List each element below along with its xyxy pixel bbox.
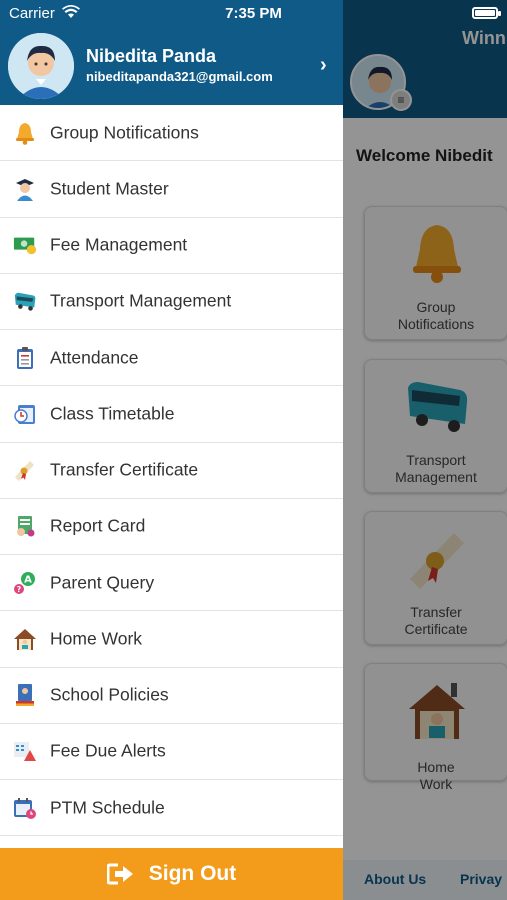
menu-item-fee-management[interactable]: Fee Management — [0, 218, 343, 274]
navigation-drawer: Nibedita Panda nibeditapanda321@gmail.co… — [0, 0, 343, 900]
menu-item-label: Student Master — [50, 178, 169, 199]
chevron-right-icon[interactable]: › — [320, 54, 327, 77]
menu-item-transport-management[interactable]: Transport Management — [0, 274, 343, 330]
bell-icon — [13, 121, 37, 145]
certificate-icon — [13, 458, 37, 482]
menu-item-class-timetable[interactable]: Class Timetable — [0, 386, 343, 443]
menu-item-transfer-certificate[interactable]: Transfer Certificate — [0, 443, 343, 499]
user-name: Nibedita Panda — [86, 46, 217, 66]
menu-item-label: Fee Due Alerts — [50, 740, 166, 761]
svg-text:A: A — [24, 574, 32, 585]
query-icon: A? — [13, 571, 37, 595]
drawer-menu: Group Notifications Student Master Fee M… — [0, 105, 343, 837]
alert-icon — [13, 739, 37, 763]
sign-out-button[interactable]: Sign Out — [0, 848, 343, 900]
menu-item-report-card[interactable]: Report Card — [0, 499, 343, 555]
timetable-icon — [13, 402, 37, 426]
menu-item-home-work[interactable]: Home Work — [0, 611, 343, 668]
policy-book-icon — [13, 683, 37, 707]
sign-out-icon — [106, 862, 135, 886]
battery-icon — [472, 7, 501, 19]
report-card-icon — [13, 514, 37, 538]
avatar — [8, 33, 74, 99]
menu-item-label: Fee Management — [50, 234, 188, 255]
menu-item-attendance[interactable]: Attendance — [0, 330, 343, 387]
menu-item-ptm-schedule[interactable]: PTM Schedule — [0, 780, 343, 837]
menu-item-school-policies[interactable]: School Policies — [0, 668, 343, 724]
menu-item-group-notifications[interactable]: Group Notifications — [0, 105, 343, 162]
menu-item-label: Report Card — [50, 515, 146, 536]
student-icon — [13, 177, 37, 201]
sign-out-label: Sign Out — [148, 862, 237, 885]
status-bar: Carrier 7:35 PM — [0, 0, 507, 26]
menu-item-label: Class Timetable — [50, 403, 175, 424]
bus-icon — [13, 289, 37, 313]
clipboard-icon — [13, 346, 37, 370]
menu-item-label: Group Notifications — [50, 122, 199, 143]
menu-item-fee-due-alerts[interactable]: Fee Due Alerts — [0, 724, 343, 780]
menu-item-label: Transport Management — [50, 290, 232, 311]
home-icon — [13, 627, 37, 651]
menu-item-student-master[interactable]: Student Master — [0, 161, 343, 218]
menu-item-label: PTM Schedule — [50, 797, 165, 818]
money-icon — [13, 233, 37, 257]
menu-item-label: Home Work — [50, 628, 143, 649]
menu-item-label: School Policies — [50, 684, 169, 705]
user-email: nibeditapanda321@gmail.com — [86, 69, 273, 84]
menu-item-parent-query[interactable]: A? Parent Query — [0, 555, 343, 612]
clock-text: 7:35 PM — [225, 5, 282, 22]
menu-item-label: Attendance — [50, 347, 139, 368]
menu-item-label: Transfer Certificate — [50, 459, 199, 480]
calendar-icon — [13, 796, 37, 820]
menu-item-label: Parent Query — [50, 572, 155, 593]
svg-text:?: ? — [17, 585, 22, 594]
